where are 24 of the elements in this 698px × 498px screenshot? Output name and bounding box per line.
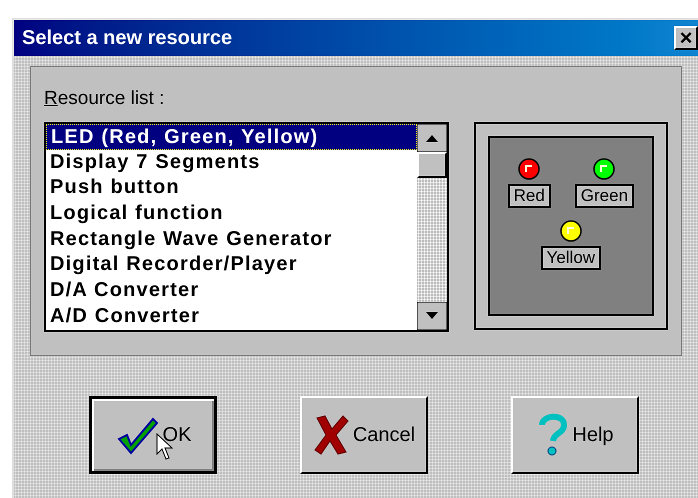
scroll-up-icon[interactable] [416, 124, 447, 152]
list-item[interactable]: D/A Converter [46, 278, 417, 304]
list-item[interactable]: A/D Converter [46, 304, 417, 330]
list-item[interactable]: Logical function [46, 200, 417, 227]
list-label: Resource list : [44, 87, 166, 111]
list-item[interactable]: Push button [46, 175, 417, 201]
question-icon [536, 413, 568, 457]
led-label: Yellow [540, 246, 602, 270]
led-label: Red [508, 184, 551, 208]
scroll-down-icon[interactable] [416, 302, 447, 330]
led-label: Green [574, 184, 634, 208]
list-item[interactable]: Display 7 Segments [46, 150, 417, 176]
list-item[interactable]: Rectangle Wave Generator [46, 226, 417, 252]
window-title: Select a new resource [22, 26, 232, 51]
close-button[interactable]: × [674, 26, 698, 50]
cancel-button[interactable]: Cancel [300, 396, 428, 474]
list-item[interactable]: LED (Red, Green, Yellow) [46, 124, 417, 150]
scrollbar[interactable] [416, 124, 447, 330]
cross-icon [312, 414, 349, 456]
scroll-thumb[interactable] [416, 152, 447, 178]
ok-button[interactable]: OK [89, 396, 217, 474]
help-button[interactable]: Help [511, 396, 639, 474]
list-item[interactable]: Digital Recorder/Player [46, 252, 417, 278]
resource-listbox[interactable]: LED (Red, Green, Yellow) Display 7 Segments Push button Logical function Rectangle Wave Generator Digital Recorder/Player D/A Converter A/D Converter [44, 122, 449, 332]
